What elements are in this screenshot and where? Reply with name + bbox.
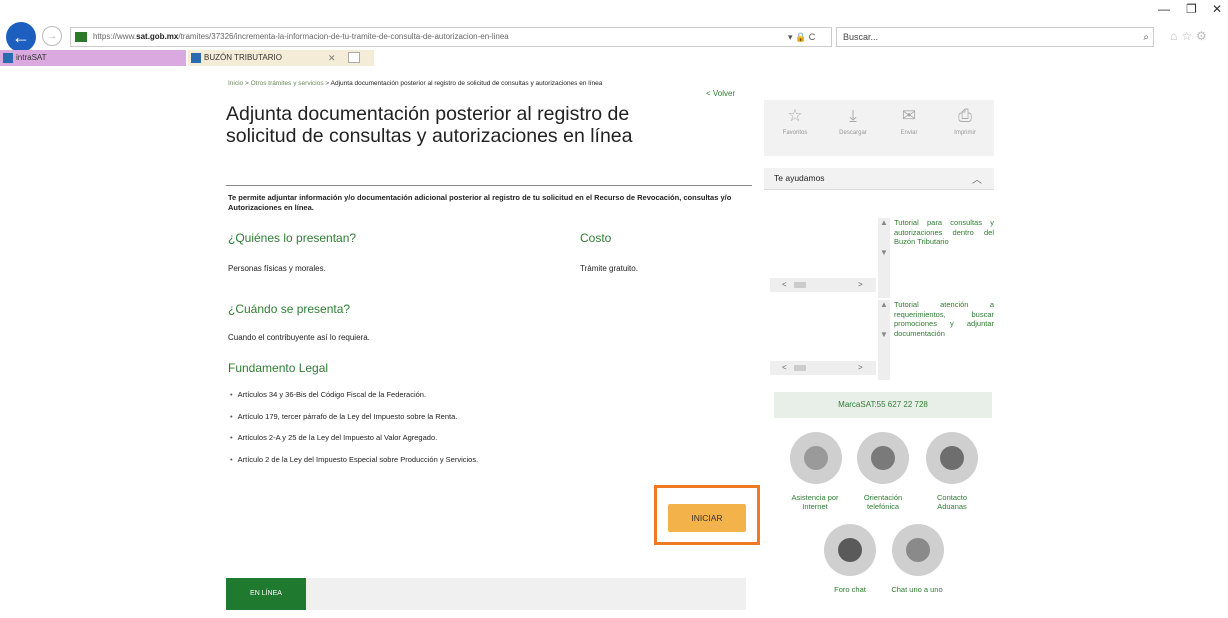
foro-chat-label[interactable]: Foro chat — [832, 585, 868, 594]
breadcrumb-separator: > — [323, 80, 331, 87]
orientacion-label[interactable]: Orientación telefónica — [850, 493, 916, 511]
scroll-up-icon[interactable]: ▲ — [880, 218, 888, 227]
address-bar[interactable]: https://www.sat.gob.mx/tramites/37326/in… — [70, 27, 832, 47]
tab-buzon-tributario[interactable]: BUZÓN TRIBUTARIO ✕ — [188, 50, 374, 66]
te-ayudamos-header[interactable]: Te ayudamos ︿ — [764, 168, 994, 190]
enviar-label: Enviar — [900, 130, 918, 136]
imprimir-button[interactable]: ⎙ Imprimir — [938, 104, 992, 136]
toolbar-icons[interactable]: ⌂☆⚙ — [1170, 29, 1211, 43]
marca-sat-phone[interactable]: MarcaSAT:55 627 22 728 — [774, 392, 992, 418]
fundamento-heading: Fundamento Legal — [228, 361, 329, 375]
te-ayudamos-label: Te ayudamos — [774, 173, 825, 183]
scroll-down-icon[interactable]: ▼ — [880, 330, 888, 339]
en-linea-tab[interactable]: EN LÍNEA — [226, 578, 306, 610]
breadcrumb-item-otros[interactable]: Otros trámites y servicios — [251, 80, 324, 87]
quienes-heading: ¿Quiénes lo presentan? — [228, 231, 357, 245]
tab-favicon-icon — [191, 53, 201, 63]
search-input[interactable]: Buscar... ⌕ — [836, 27, 1154, 47]
one-to-one-chat-icon[interactable] — [892, 524, 944, 576]
scroll-thumb[interactable] — [794, 282, 806, 288]
forum-chat-icon[interactable] — [824, 524, 876, 576]
forward-arrow-icon[interactable]: → — [42, 26, 62, 46]
description: Te permite adjuntar información y/o docu… — [228, 193, 732, 212]
star-icon: ☆ — [787, 106, 803, 125]
maximize-icon[interactable]: ❐ — [1186, 2, 1197, 16]
descargar-label: Descargar — [839, 130, 867, 136]
scroll-left-icon[interactable]: < — [782, 361, 787, 375]
descargar-button[interactable]: ⤓ Descargar — [826, 104, 880, 136]
breadcrumb: Inicio > Otros trámites y servicios > Ad… — [228, 80, 602, 87]
tab-label: BUZÓN TRIBUTARIO — [204, 53, 282, 62]
law-item: Artículo 2 de la Ley del Impuesto Especi… — [230, 455, 730, 477]
law-item: Artículos 2-A y 25 de la Ley del Impuest… — [230, 433, 730, 455]
volver-link[interactable]: < Volver — [706, 89, 735, 98]
tutorial-link[interactable]: Tutorial atención a requerimientos, busc… — [894, 300, 994, 338]
favoritos-button[interactable]: ☆ Favoritos — [768, 104, 822, 136]
enviar-button[interactable]: ✉ Enviar — [882, 104, 936, 136]
divider — [226, 185, 752, 186]
imprimir-label: Imprimir — [954, 130, 976, 136]
scroll-down-icon[interactable]: ▼ — [880, 248, 888, 257]
phone-support-icon[interactable] — [857, 432, 909, 484]
law-item: Artículo 179, tercer párrafo de la Ley d… — [230, 412, 730, 434]
law-item: Artículos 34 y 36-Bis del Código Fiscal … — [230, 390, 730, 412]
tab-favicon-icon — [3, 53, 13, 63]
customs-contact-icon[interactable] — [926, 432, 978, 484]
tab-label: intraSAT — [16, 53, 47, 62]
breadcrumb-separator: > — [243, 80, 251, 87]
url-path: /tramites/37326/incrementa-la-informacio… — [178, 32, 509, 41]
law-list: Artículos 34 y 36-Bis del Código Fiscal … — [230, 390, 730, 476]
browser-toolbar: ← → https://www.sat.gob.mx/tramites/3732… — [0, 0, 1228, 56]
chevron-up-icon[interactable]: ︿ — [972, 171, 982, 186]
costo-heading: Costo — [580, 231, 612, 245]
horizontal-scrollbar[interactable]: < > — [770, 361, 876, 375]
tutorial-item: ▲ ▼ Tutorial para consultas y autorizaci… — [878, 218, 996, 298]
scroll-left-icon[interactable]: < — [782, 278, 787, 292]
aduanas-label[interactable]: Contacto Aduanas — [924, 493, 980, 511]
back-arrow-icon[interactable]: ← — [6, 22, 36, 52]
address-bar-icons[interactable]: ▾ 🔒 C — [788, 27, 815, 47]
costo-text: Trámite gratuito. — [580, 264, 638, 273]
page-title: Adjunta documentación posterior al regis… — [226, 103, 633, 147]
favoritos-label: Favoritos — [782, 130, 808, 136]
chat-uno-label[interactable]: Chat uno a uno — [886, 585, 948, 594]
tutorial-item: ▲ ▼ Tutorial atención a requerimientos, … — [878, 300, 996, 380]
search-icon[interactable]: ⌕ — [1143, 29, 1149, 47]
scroll-right-icon[interactable]: > — [858, 361, 863, 375]
sidebar-actions: ☆ Favoritos ⤓ Descargar ✉ Enviar ⎙ Impri… — [764, 100, 994, 156]
minimize-icon[interactable]: — — [1158, 2, 1170, 16]
close-icon[interactable]: ✕ — [1212, 2, 1222, 16]
tutorial-link[interactable]: Tutorial para consultas y autorizaciones… — [894, 218, 994, 247]
search-placeholder: Buscar... — [843, 32, 879, 42]
send-icon: ✉ — [901, 106, 917, 125]
print-icon: ⎙ — [958, 106, 972, 125]
tab-bar: intraSAT BUZÓN TRIBUTARIO ✕ — [0, 50, 1228, 66]
url-prefix: https://www. — [93, 32, 137, 41]
new-tab-icon[interactable] — [348, 52, 360, 63]
breadcrumb-item-inicio[interactable]: Inicio — [228, 80, 243, 87]
tab-close-icon[interactable]: ✕ — [328, 50, 336, 66]
tab-intrasat[interactable]: intraSAT — [0, 50, 186, 66]
download-icon: ⤓ — [849, 106, 857, 125]
breadcrumb-current: Adjunta documentación posterior al regis… — [330, 80, 603, 87]
vertical-scrollbar[interactable] — [878, 218, 890, 298]
cuando-text: Cuando el contribuyente así lo requiera. — [228, 333, 370, 342]
scroll-thumb[interactable] — [794, 365, 806, 371]
asistencia-label[interactable]: Asistencia por Internet — [784, 493, 846, 511]
scroll-up-icon[interactable]: ▲ — [880, 300, 888, 309]
iniciar-button[interactable]: INICIAR — [668, 504, 746, 532]
url-domain: sat.gob.mx — [136, 32, 179, 41]
internet-assistance-icon[interactable] — [790, 432, 842, 484]
site-favicon-icon — [75, 32, 87, 42]
cuando-heading: ¿Cuándo se presenta? — [228, 302, 351, 316]
vertical-scrollbar[interactable] — [878, 300, 890, 380]
horizontal-scrollbar[interactable]: < > — [770, 278, 876, 292]
scroll-right-icon[interactable]: > — [858, 278, 863, 292]
quienes-text: Personas físicas y morales. — [228, 264, 326, 273]
